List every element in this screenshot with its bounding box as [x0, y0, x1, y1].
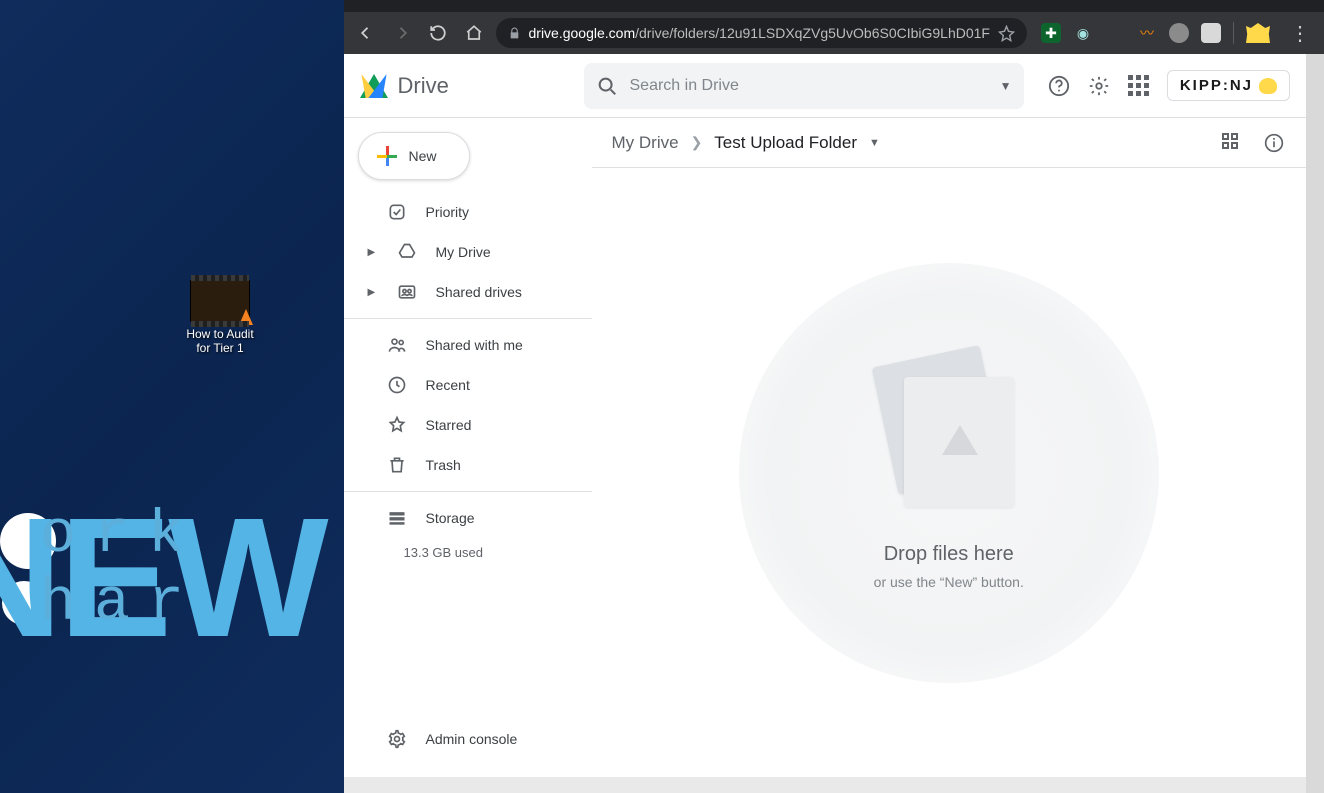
- sidebar-item-recent[interactable]: Recent: [344, 365, 592, 405]
- org-brand-button[interactable]: KIPP:NJ: [1167, 70, 1290, 101]
- extension-icon[interactable]: 〰: [1137, 23, 1157, 43]
- browser-toolbar: drive.google.com/drive/folders/12u91LSDX…: [344, 12, 1324, 54]
- lock-icon: [508, 27, 521, 40]
- extension-icon[interactable]: [1201, 23, 1221, 43]
- people-icon: [386, 334, 408, 356]
- profile-avatar-icon[interactable]: [1246, 23, 1270, 43]
- empty-subtitle: or use the “New” button.: [874, 574, 1024, 590]
- main-content: My Drive ❯ Test Upload Folder ▼: [592, 118, 1307, 777]
- settings-gear-icon[interactable]: [1087, 74, 1111, 98]
- drive-logo[interactable]: Drive: [360, 73, 570, 99]
- browser-tabbar: [344, 0, 1324, 12]
- url-text: drive.google.com/drive/folders/12u91LSDX…: [529, 25, 991, 41]
- extension-icon[interactable]: [1169, 23, 1189, 43]
- sidebar-divider: [344, 491, 592, 492]
- home-button[interactable]: [460, 19, 488, 47]
- extension-icon[interactable]: ✚: [1041, 23, 1061, 43]
- storage-icon: [386, 507, 408, 529]
- video-file-icon: [190, 280, 250, 322]
- breadcrumb-row: My Drive ❯ Test Upload Folder ▼: [592, 118, 1307, 168]
- toolbar-separator: [1233, 22, 1234, 44]
- browser-window: drive.google.com/drive/folders/12u91LSDX…: [344, 0, 1324, 793]
- storage-used-label: 13.3 GB used: [344, 538, 592, 566]
- info-icon[interactable]: [1264, 133, 1286, 153]
- my-drive-icon: [396, 241, 418, 263]
- expand-icon[interactable]: ▶: [368, 247, 378, 258]
- app-name: Drive: [398, 73, 449, 99]
- extension-icon[interactable]: [1105, 23, 1125, 43]
- clock-icon: [386, 374, 408, 396]
- desktop-wallpaper: NEW ork har How to Audit for Tier 1: [0, 0, 344, 793]
- sidebar-item-storage[interactable]: Storage: [344, 498, 592, 538]
- trash-icon: [386, 454, 408, 476]
- desktop-file-label: How to Audit for Tier 1: [170, 327, 270, 355]
- breadcrumb-root[interactable]: My Drive: [612, 133, 679, 153]
- search-input[interactable]: [630, 77, 988, 95]
- new-button-label: New: [409, 148, 437, 164]
- drive-body: New Priority ▶ My Drive ▶: [344, 118, 1307, 777]
- sidebar-divider: [344, 318, 592, 319]
- header-icons: KIPP:NJ: [1047, 70, 1290, 101]
- help-icon[interactable]: [1047, 74, 1071, 98]
- brand-label: KIPP:NJ: [1180, 77, 1253, 94]
- browser-menu-button[interactable]: ⋮: [1284, 21, 1316, 46]
- sidebar-item-trash[interactable]: Trash: [344, 445, 592, 485]
- sidebar-item-priority[interactable]: Priority: [344, 192, 592, 232]
- brand-mascot-icon: [1259, 78, 1277, 94]
- empty-folder-state[interactable]: Drop files here or use the “New” button.: [592, 168, 1307, 777]
- sidebar: New Priority ▶ My Drive ▶: [344, 118, 592, 777]
- sidebar-item-shared-drives[interactable]: ▶ Shared drives: [344, 272, 592, 312]
- chevron-right-icon: ❯: [691, 134, 703, 151]
- plus-icon: [377, 146, 397, 166]
- extension-icon[interactable]: ◉: [1073, 23, 1093, 43]
- sidebar-item-starred[interactable]: Starred: [344, 405, 592, 445]
- view-actions: [1222, 133, 1286, 153]
- priority-icon: [386, 201, 408, 223]
- drive-header: Drive ▼ KIPP:NJ: [344, 54, 1307, 118]
- search-options-icon[interactable]: ▼: [1000, 79, 1012, 93]
- grid-view-icon[interactable]: [1222, 133, 1244, 153]
- extension-icons: ✚ ◉ 〰: [1035, 22, 1276, 44]
- drive-app: Drive ▼ KIPP:NJ: [344, 54, 1324, 793]
- forward-button: [388, 19, 416, 47]
- drive-watermark-icon: [942, 425, 978, 455]
- drive-triangle-icon: [360, 74, 388, 98]
- breadcrumb-folder[interactable]: Test Upload Folder: [714, 133, 857, 153]
- desktop-file-icon[interactable]: How to Audit for Tier 1: [170, 280, 270, 355]
- reload-button[interactable]: [424, 19, 452, 47]
- expand-icon[interactable]: ▶: [368, 287, 378, 298]
- empty-title: Drop files here: [884, 543, 1014, 566]
- admin-gear-icon: [386, 728, 408, 750]
- address-bar[interactable]: drive.google.com/drive/folders/12u91LSDX…: [496, 18, 1028, 48]
- folder-dropdown-icon[interactable]: ▼: [869, 137, 880, 149]
- sidebar-item-admin[interactable]: Admin console: [344, 719, 592, 759]
- sidebar-item-shared-with-me[interactable]: Shared with me: [344, 325, 592, 365]
- wallpaper-sub-text: ork har: [40, 502, 344, 638]
- google-apps-icon[interactable]: [1127, 74, 1151, 98]
- sidebar-item-my-drive[interactable]: ▶ My Drive: [344, 232, 592, 272]
- new-button[interactable]: New: [358, 132, 470, 180]
- search-icon: [596, 75, 618, 97]
- back-button[interactable]: [352, 19, 380, 47]
- empty-illustration: Drop files here or use the “New” button.: [739, 263, 1159, 683]
- star-icon: [386, 414, 408, 436]
- search-bar[interactable]: ▼: [584, 63, 1024, 109]
- shared-drives-icon: [396, 281, 418, 303]
- browser-bottom-scrollbar[interactable]: [344, 777, 1307, 793]
- bookmark-star-icon[interactable]: [998, 25, 1015, 42]
